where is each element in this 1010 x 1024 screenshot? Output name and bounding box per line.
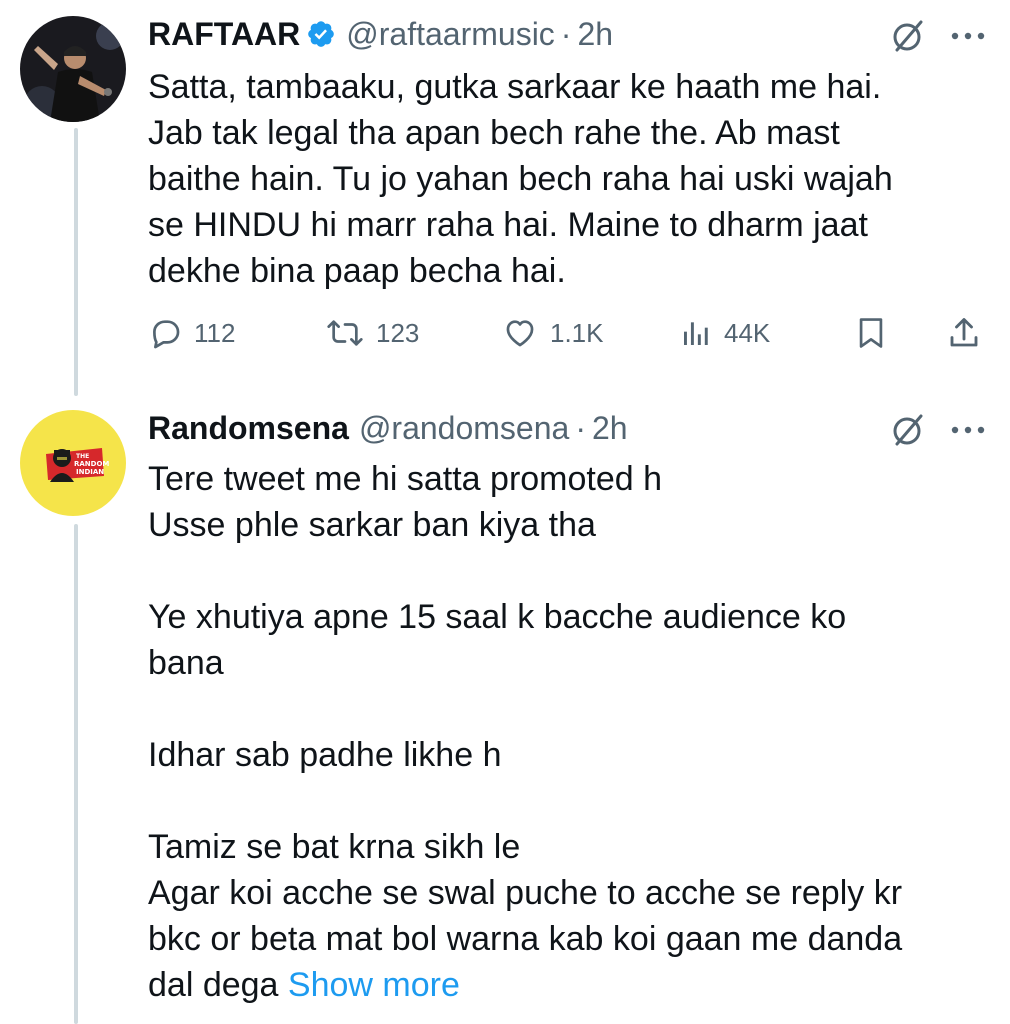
separator-dot: ·: [575, 409, 586, 446]
avatar[interactable]: THE RANDOM INDIAN: [20, 410, 126, 516]
repost-count: 123: [376, 317, 420, 348]
action-bar: 112 123 1.1K 44K: [148, 308, 988, 358]
avatar[interactable]: [20, 16, 126, 122]
svg-text:RANDOM: RANDOM: [74, 460, 109, 468]
grok-icon[interactable]: [886, 14, 930, 58]
tweet-body: Satta, tambaaku, gutka sarkaar ke haath …: [148, 64, 978, 294]
svg-text:INDIAN: INDIAN: [76, 468, 104, 476]
tweet-header: Randomsena @randomsena · 2h: [148, 406, 628, 450]
tweet-line: Ye xhutiya apne 15 saal k bacche audienc…: [148, 598, 847, 636]
tweet-line: Jab tak legal tha apan bech rahe the. Ab…: [148, 114, 840, 152]
the-random-indian-logo-icon: THE RANDOM INDIAN: [20, 410, 126, 516]
bookmark-button[interactable]: [854, 308, 888, 358]
tweet-line: Idhar sab padhe likhe h: [148, 736, 502, 774]
like-button[interactable]: 1.1K: [502, 308, 604, 358]
performer-photo-icon: [20, 16, 126, 122]
repost-icon: [327, 320, 363, 346]
display-name[interactable]: Randomsena: [148, 410, 349, 447]
tweet-line: Usse phle sarkar ban kiya tha: [148, 506, 596, 544]
svg-text:THE: THE: [76, 453, 89, 460]
view-count: 44K: [724, 317, 771, 348]
tweet-line: Tere tweet me hi satta promoted h: [148, 460, 663, 498]
bookmark-icon: [859, 318, 883, 348]
tweet-line: se HINDU hi marr raha hai. Maine to dhar…: [148, 206, 868, 244]
views-button[interactable]: 44K: [680, 308, 770, 358]
views-chart-icon: [684, 322, 708, 345]
tweet-line: dal dega: [148, 966, 279, 1004]
tweet-body: Tere tweet me hi satta promoted h Usse p…: [148, 456, 978, 1008]
like-count: 1.1K: [550, 317, 604, 348]
show-more-link[interactable]: Show more: [288, 966, 460, 1004]
handle[interactable]: @randomsena: [359, 410, 569, 447]
grok-icon[interactable]: [886, 408, 930, 452]
repost-button[interactable]: 123: [326, 308, 419, 358]
tweet-line: baithe hain. Tu jo yahan bech raha hai u…: [148, 160, 893, 198]
tweet-line: dekhe bina paap becha hai.: [148, 252, 566, 290]
reply-button[interactable]: 112: [148, 308, 235, 358]
tweet-header: RAFTAAR @raftaarmusic · 2h: [148, 12, 613, 56]
tweet-line: bkc or beta mat bol warna kab koi gaan m…: [148, 920, 903, 958]
thread-line-bottom: [74, 524, 78, 1024]
reply-count: 112: [194, 317, 236, 348]
separator-dot: ·: [560, 15, 572, 52]
handle[interactable]: @raftaarmusic: [346, 16, 555, 53]
tweet-line: bana: [148, 644, 224, 682]
display-name[interactable]: RAFTAAR: [148, 16, 300, 53]
timestamp[interactable]: 2h: [577, 16, 613, 53]
tweet-line: Agar koi acche se swal puche to acche se…: [148, 874, 903, 912]
thread-line-top: [74, 128, 78, 396]
reply-icon: [153, 320, 180, 349]
verified-badge-icon[interactable]: [306, 19, 336, 49]
heart-icon: [506, 320, 534, 347]
share-icon: [950, 318, 978, 347]
more-options-icon[interactable]: [946, 408, 990, 452]
more-options-icon[interactable]: [946, 14, 990, 58]
timestamp[interactable]: 2h: [592, 410, 628, 447]
tweet-line: Satta, tambaaku, gutka sarkaar ke haath …: [148, 68, 882, 106]
tweet-line: Tamiz se bat krna sikh le: [148, 828, 521, 866]
tweet-line-last: dal dega Show more: [148, 962, 978, 1008]
share-button[interactable]: [946, 308, 982, 358]
